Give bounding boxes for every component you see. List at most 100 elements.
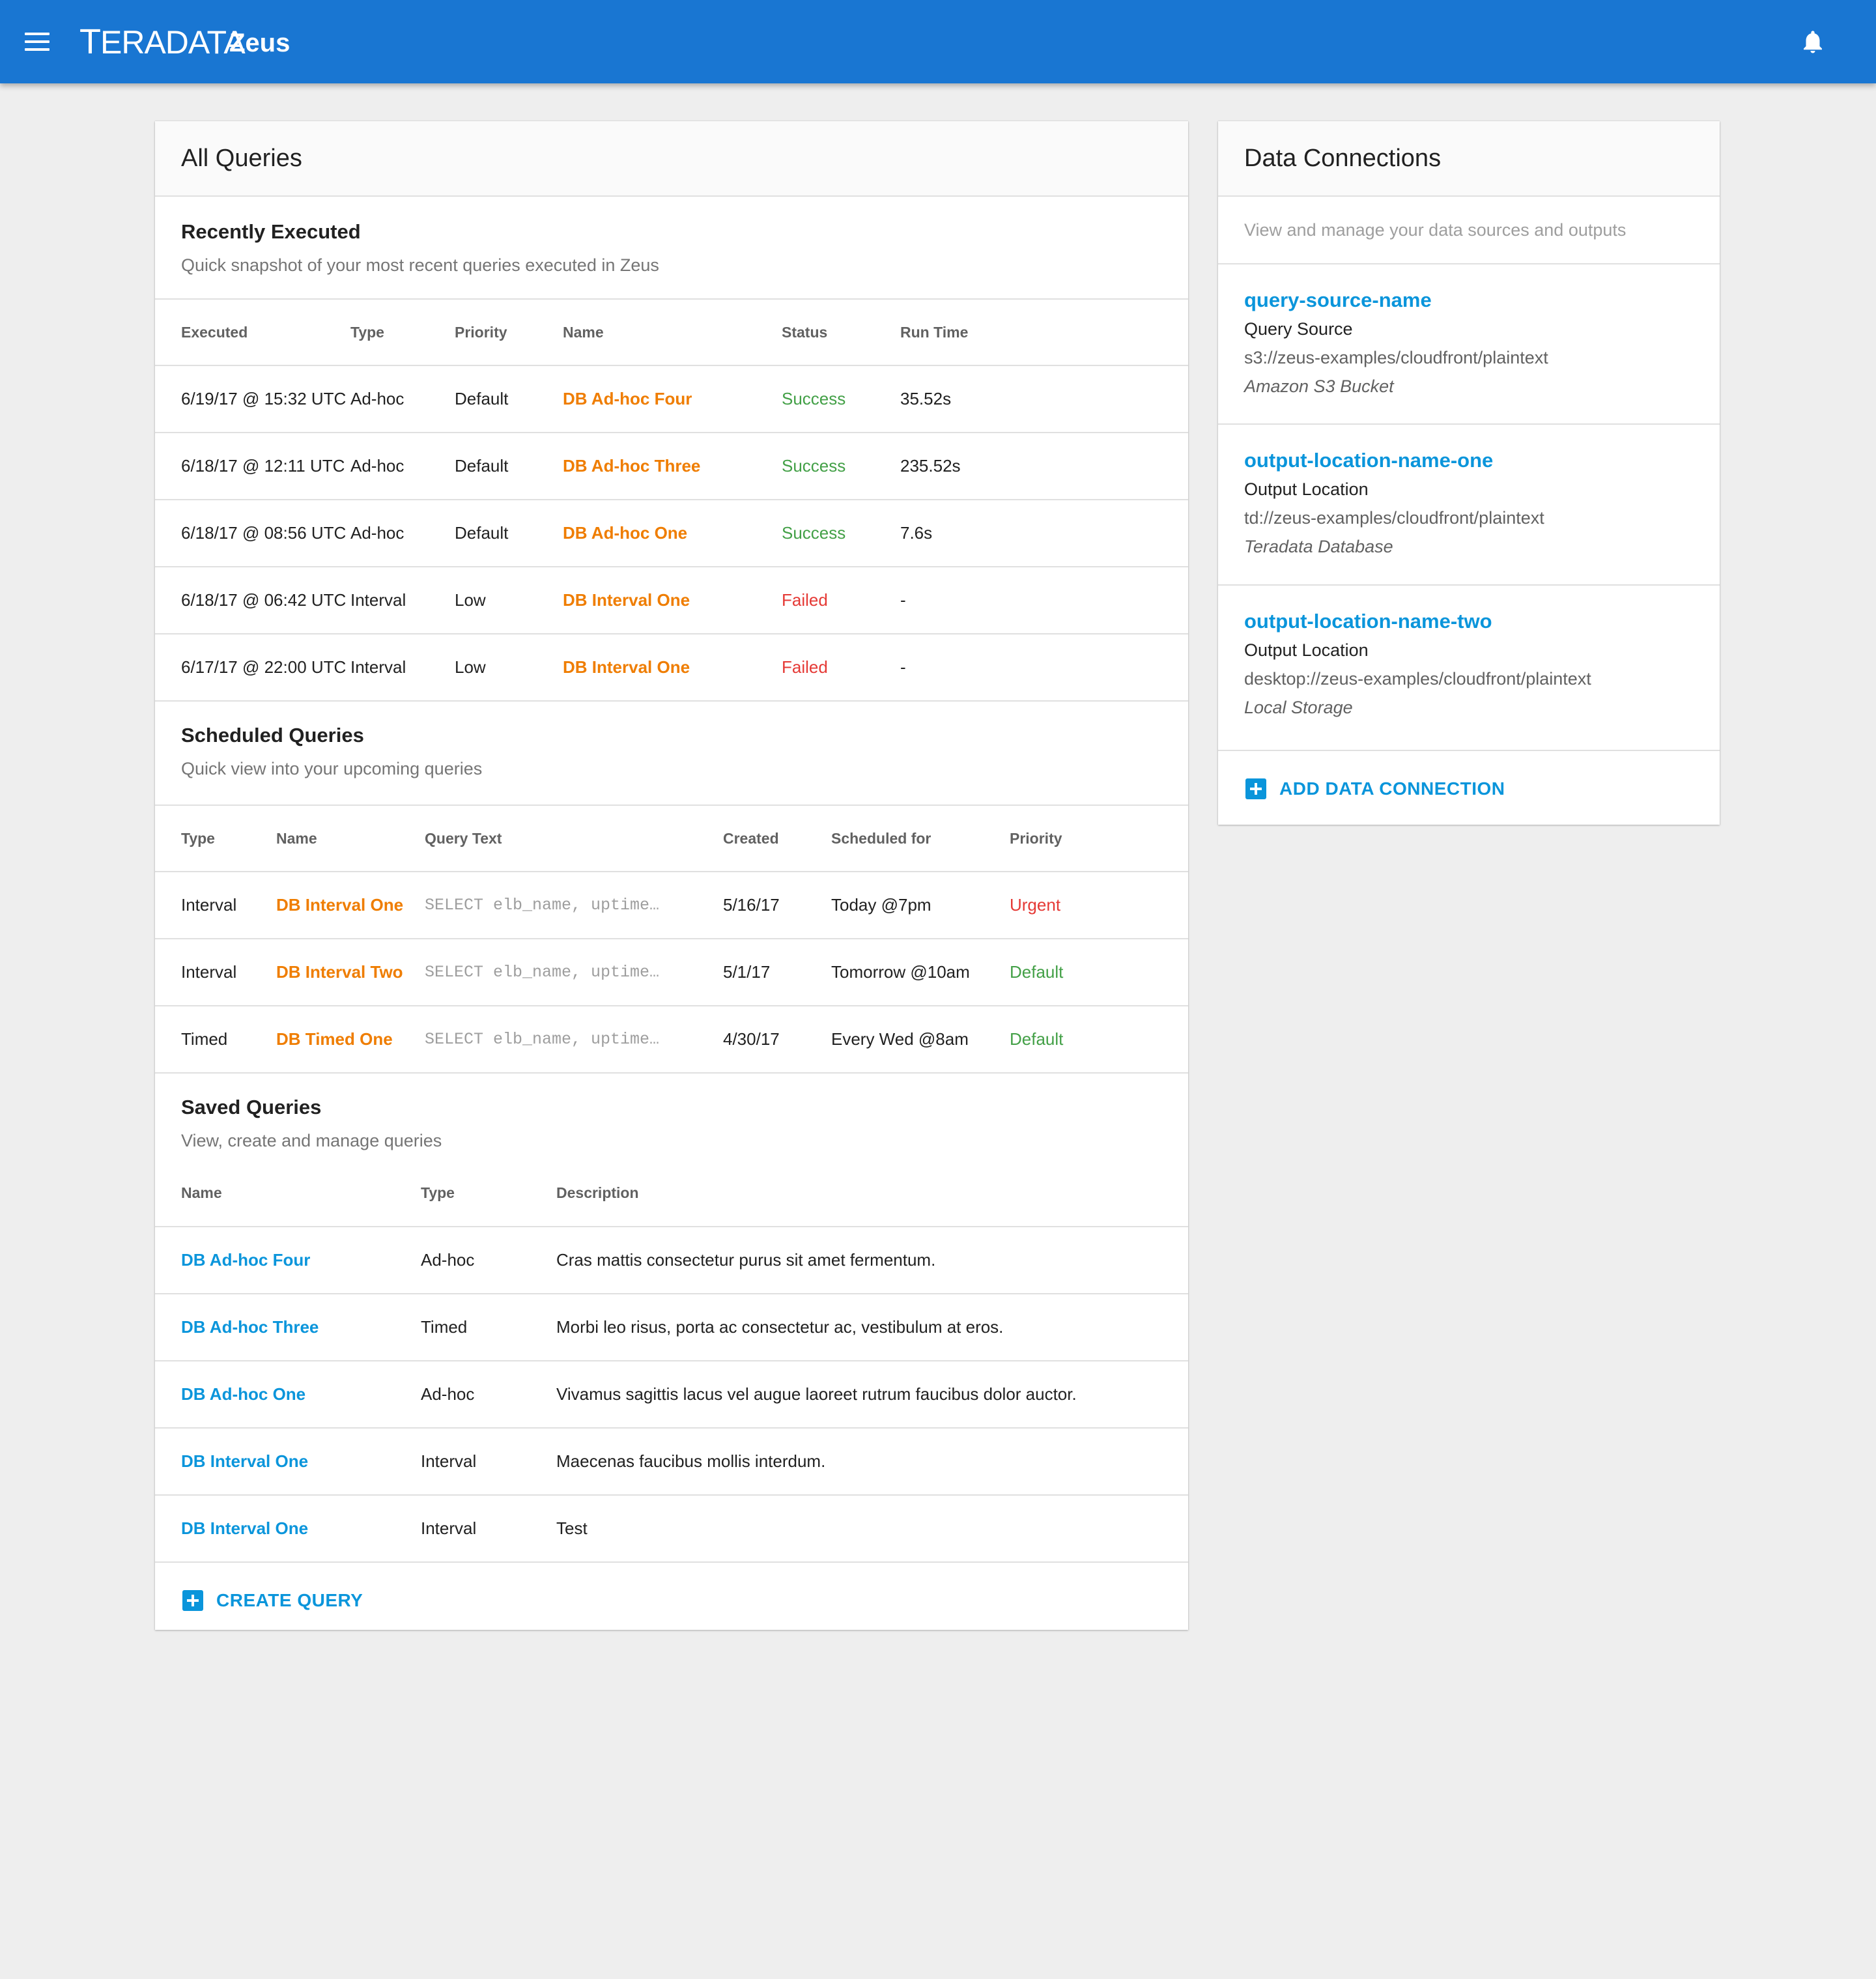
scheduled-cell: Tomorrow @10am	[831, 938, 1010, 1006]
column-header[interactable]: Executed	[155, 298, 350, 365]
column-header[interactable]: Priority	[455, 298, 563, 365]
plus-icon	[182, 1590, 203, 1611]
type-cell: Ad-hoc	[421, 1226, 556, 1294]
query-text-cell: SELECT elb_name, uptime…	[425, 938, 723, 1006]
saved-query-link[interactable]: DB Interval One	[155, 1427, 421, 1495]
query-name-link[interactable]: DB Interval Two	[276, 938, 425, 1006]
connection-path: td://zeus-examples/cloudfront/plaintext	[1244, 508, 1544, 528]
table-row: 6/17/17 @ 22:00 UTC Interval Low DB Inte…	[155, 633, 1188, 700]
teradata-logo: TERADATA	[79, 22, 246, 61]
table-row: 6/18/17 @ 06:42 UTC Interval Low DB Inte…	[155, 566, 1188, 634]
connection-type: Output Location	[1244, 479, 1369, 499]
query-name-link[interactable]: DB Interval One	[563, 566, 782, 634]
column-header[interactable]: Name	[276, 804, 425, 872]
add-data-connection-label: ADD DATA CONNECTION	[1279, 778, 1505, 799]
scheduled-cell: Today @7pm	[831, 871, 1010, 939]
connection-name-link[interactable]: output-location-name-two	[1244, 608, 1694, 635]
table-header-row: Type Name Query Text Created Scheduled f…	[155, 804, 1188, 872]
column-header[interactable]: Type	[350, 298, 455, 365]
connection-kind: Teradata Database	[1244, 537, 1393, 556]
priority-cell: Default	[1010, 1005, 1188, 1072]
app-bar: TERADATA Zeus	[0, 0, 1876, 83]
saved-query-link[interactable]: DB Interval One	[155, 1494, 421, 1561]
table-header-row: Executed Type Priority Name Status Run T…	[155, 298, 1188, 365]
description-cell: Test	[556, 1494, 1188, 1561]
column-header[interactable]: Run Time	[900, 298, 1188, 365]
runtime-cell: -	[900, 566, 1188, 634]
type-cell: Interval	[421, 1427, 556, 1495]
section-title: Scheduled Queries	[181, 724, 364, 747]
column-header[interactable]: Name	[563, 298, 782, 365]
column-header[interactable]: Name	[155, 1160, 421, 1227]
table-row: 6/19/17 @ 15:32 UTC Ad-hoc Default DB Ad…	[155, 365, 1188, 433]
type-cell: Interval	[350, 633, 455, 700]
column-header[interactable]: Query Text	[425, 804, 723, 872]
priority-cell: Low	[455, 566, 563, 634]
created-cell: 4/30/17	[723, 1005, 831, 1072]
table-row: DB Interval One Interval Test	[155, 1494, 1188, 1561]
all-queries-card: All Queries Recently Executed Quick snap…	[155, 121, 1188, 1630]
add-data-connection-button[interactable]: ADD DATA CONNECTION	[1245, 778, 1505, 799]
scheduled-queries-table: Type Name Query Text Created Scheduled f…	[155, 804, 1188, 1072]
scheduled-cell: Every Wed @8am	[831, 1005, 1010, 1072]
priority-cell: Default	[1010, 938, 1188, 1006]
table-header-row: Name Type Description	[155, 1160, 1188, 1227]
description-cell: Maecenas faucibus mollis interdum.	[556, 1427, 1188, 1495]
table-row: DB Interval One Interval Maecenas faucib…	[155, 1427, 1188, 1495]
connection-kind: Amazon S3 Bucket	[1244, 377, 1394, 396]
runtime-cell: 35.52s	[900, 365, 1188, 433]
query-name-link[interactable]: DB Ad-hoc One	[563, 499, 782, 567]
data-connections-title: Data Connections	[1218, 121, 1720, 197]
priority-cell: Default	[455, 365, 563, 433]
data-connection-item: query-source-name Query Source s3://zeus…	[1218, 263, 1720, 423]
plus-icon	[1245, 778, 1266, 799]
column-header[interactable]: Priority	[1010, 804, 1188, 872]
query-name-link[interactable]: DB Interval One	[276, 871, 425, 939]
type-cell: Ad-hoc	[350, 432, 455, 500]
executed-cell: 6/19/17 @ 15:32 UTC	[155, 365, 350, 433]
bell-icon[interactable]	[1799, 27, 1826, 56]
table-row: Timed DB Timed One SELECT elb_name, upti…	[155, 1005, 1188, 1072]
column-header[interactable]: Type	[155, 804, 276, 872]
status-cell: Failed	[782, 633, 900, 700]
scheduled-queries-header: Scheduled Queries Quick view into your u…	[155, 700, 1188, 804]
type-cell: Timed	[421, 1293, 556, 1361]
type-cell: Timed	[155, 1005, 276, 1072]
saved-query-link[interactable]: DB Ad-hoc One	[155, 1360, 421, 1428]
table-row: 6/18/17 @ 12:11 UTC Ad-hoc Default DB Ad…	[155, 432, 1188, 500]
connection-path: desktop://zeus-examples/cloudfront/plain…	[1244, 669, 1591, 689]
priority-cell: Urgent	[1010, 871, 1188, 939]
data-connections-card: Data Connections View and manage your da…	[1218, 121, 1720, 825]
table-row: DB Ad-hoc One Ad-hoc Vivamus sagittis la…	[155, 1360, 1188, 1428]
column-header[interactable]: Status	[782, 298, 900, 365]
menu-icon[interactable]	[25, 30, 51, 53]
type-cell: Ad-hoc	[350, 499, 455, 567]
description-cell: Vivamus sagittis lacus vel augue laoreet…	[556, 1360, 1188, 1428]
saved-query-link[interactable]: DB Ad-hoc Four	[155, 1226, 421, 1294]
column-header[interactable]: Description	[556, 1160, 1188, 1227]
priority-cell: Default	[455, 499, 563, 567]
description-cell: Morbi leo risus, porta ac consectetur ac…	[556, 1293, 1188, 1361]
column-header[interactable]: Type	[421, 1160, 556, 1227]
type-cell: Ad-hoc	[350, 365, 455, 433]
status-cell: Success	[782, 432, 900, 500]
create-query-button[interactable]: CREATE QUERY	[182, 1590, 363, 1611]
status-cell: Success	[782, 499, 900, 567]
app-name: Zeus	[229, 29, 291, 57]
create-query-label: CREATE QUERY	[216, 1590, 363, 1610]
query-name-link[interactable]: DB Ad-hoc Three	[563, 432, 782, 500]
connection-name-link[interactable]: output-location-name-one	[1244, 447, 1694, 474]
column-header[interactable]: Created	[723, 804, 831, 872]
section-title: Recently Executed	[181, 220, 361, 243]
saved-query-link[interactable]: DB Ad-hoc Three	[155, 1293, 421, 1361]
recently-executed-header: Recently Executed Quick snapshot of your…	[155, 197, 1188, 298]
connection-name-link[interactable]: query-source-name	[1244, 287, 1694, 314]
runtime-cell: 7.6s	[900, 499, 1188, 567]
query-name-link[interactable]: DB Ad-hoc Four	[563, 365, 782, 433]
recently-executed-table: Executed Type Priority Name Status Run T…	[155, 298, 1188, 700]
query-name-link[interactable]: DB Timed One	[276, 1005, 425, 1072]
query-name-link[interactable]: DB Interval One	[563, 633, 782, 700]
runtime-cell: -	[900, 633, 1188, 700]
priority-cell: Low	[455, 633, 563, 700]
column-header[interactable]: Scheduled for	[831, 804, 1010, 872]
